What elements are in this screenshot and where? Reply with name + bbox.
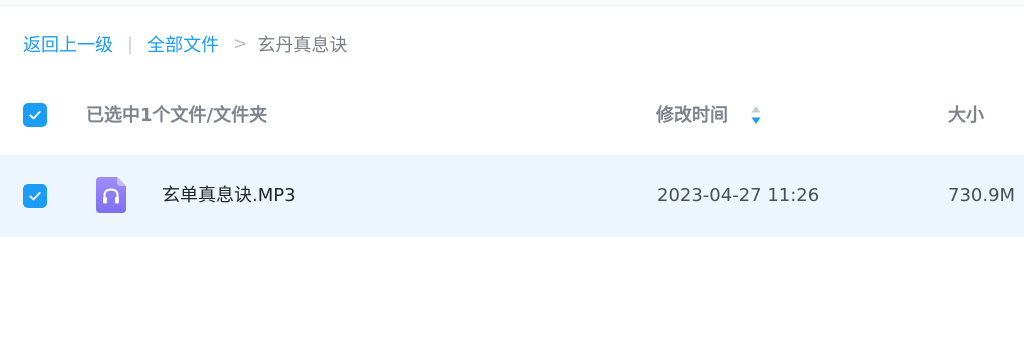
list-header: 已选中1个文件/文件夹 修改时间 大小 xyxy=(0,88,1024,144)
top-divider xyxy=(0,0,1024,6)
row-checkbox[interactable] xyxy=(23,184,47,208)
breadcrumb-separator: > xyxy=(233,34,248,54)
select-all-checkbox[interactable] xyxy=(23,103,47,127)
current-folder-name: 玄丹真息诀 xyxy=(257,35,348,56)
breadcrumb-divider: | xyxy=(127,33,134,55)
file-list-page: 返回上一级 | 全部文件 > 玄丹真息诀 已选中1个文件/文件夹 修改时间 大小 xyxy=(0,0,1024,351)
audio-file-icon xyxy=(96,177,126,213)
check-icon xyxy=(29,110,41,120)
check-icon xyxy=(29,191,41,201)
back-link[interactable]: 返回上一级 xyxy=(23,31,113,57)
table-row[interactable]: 玄单真息诀.MP3 2023-04-27 11:26 730.9M xyxy=(0,155,1024,237)
breadcrumb: 返回上一级 | 全部文件 > 玄丹真息诀 xyxy=(23,30,347,58)
file-size: 730.9M xyxy=(948,185,1016,206)
column-header-modified[interactable]: 修改时间 xyxy=(656,88,728,144)
all-files-link[interactable]: 全部文件 xyxy=(147,31,219,57)
file-modified-time: 2023-04-27 11:26 xyxy=(657,185,820,206)
sort-icon[interactable] xyxy=(749,103,763,127)
selection-summary: 已选中1个文件/文件夹 xyxy=(86,105,268,126)
column-header-size[interactable]: 大小 xyxy=(948,88,984,144)
file-name[interactable]: 玄单真息诀.MP3 xyxy=(162,155,296,237)
